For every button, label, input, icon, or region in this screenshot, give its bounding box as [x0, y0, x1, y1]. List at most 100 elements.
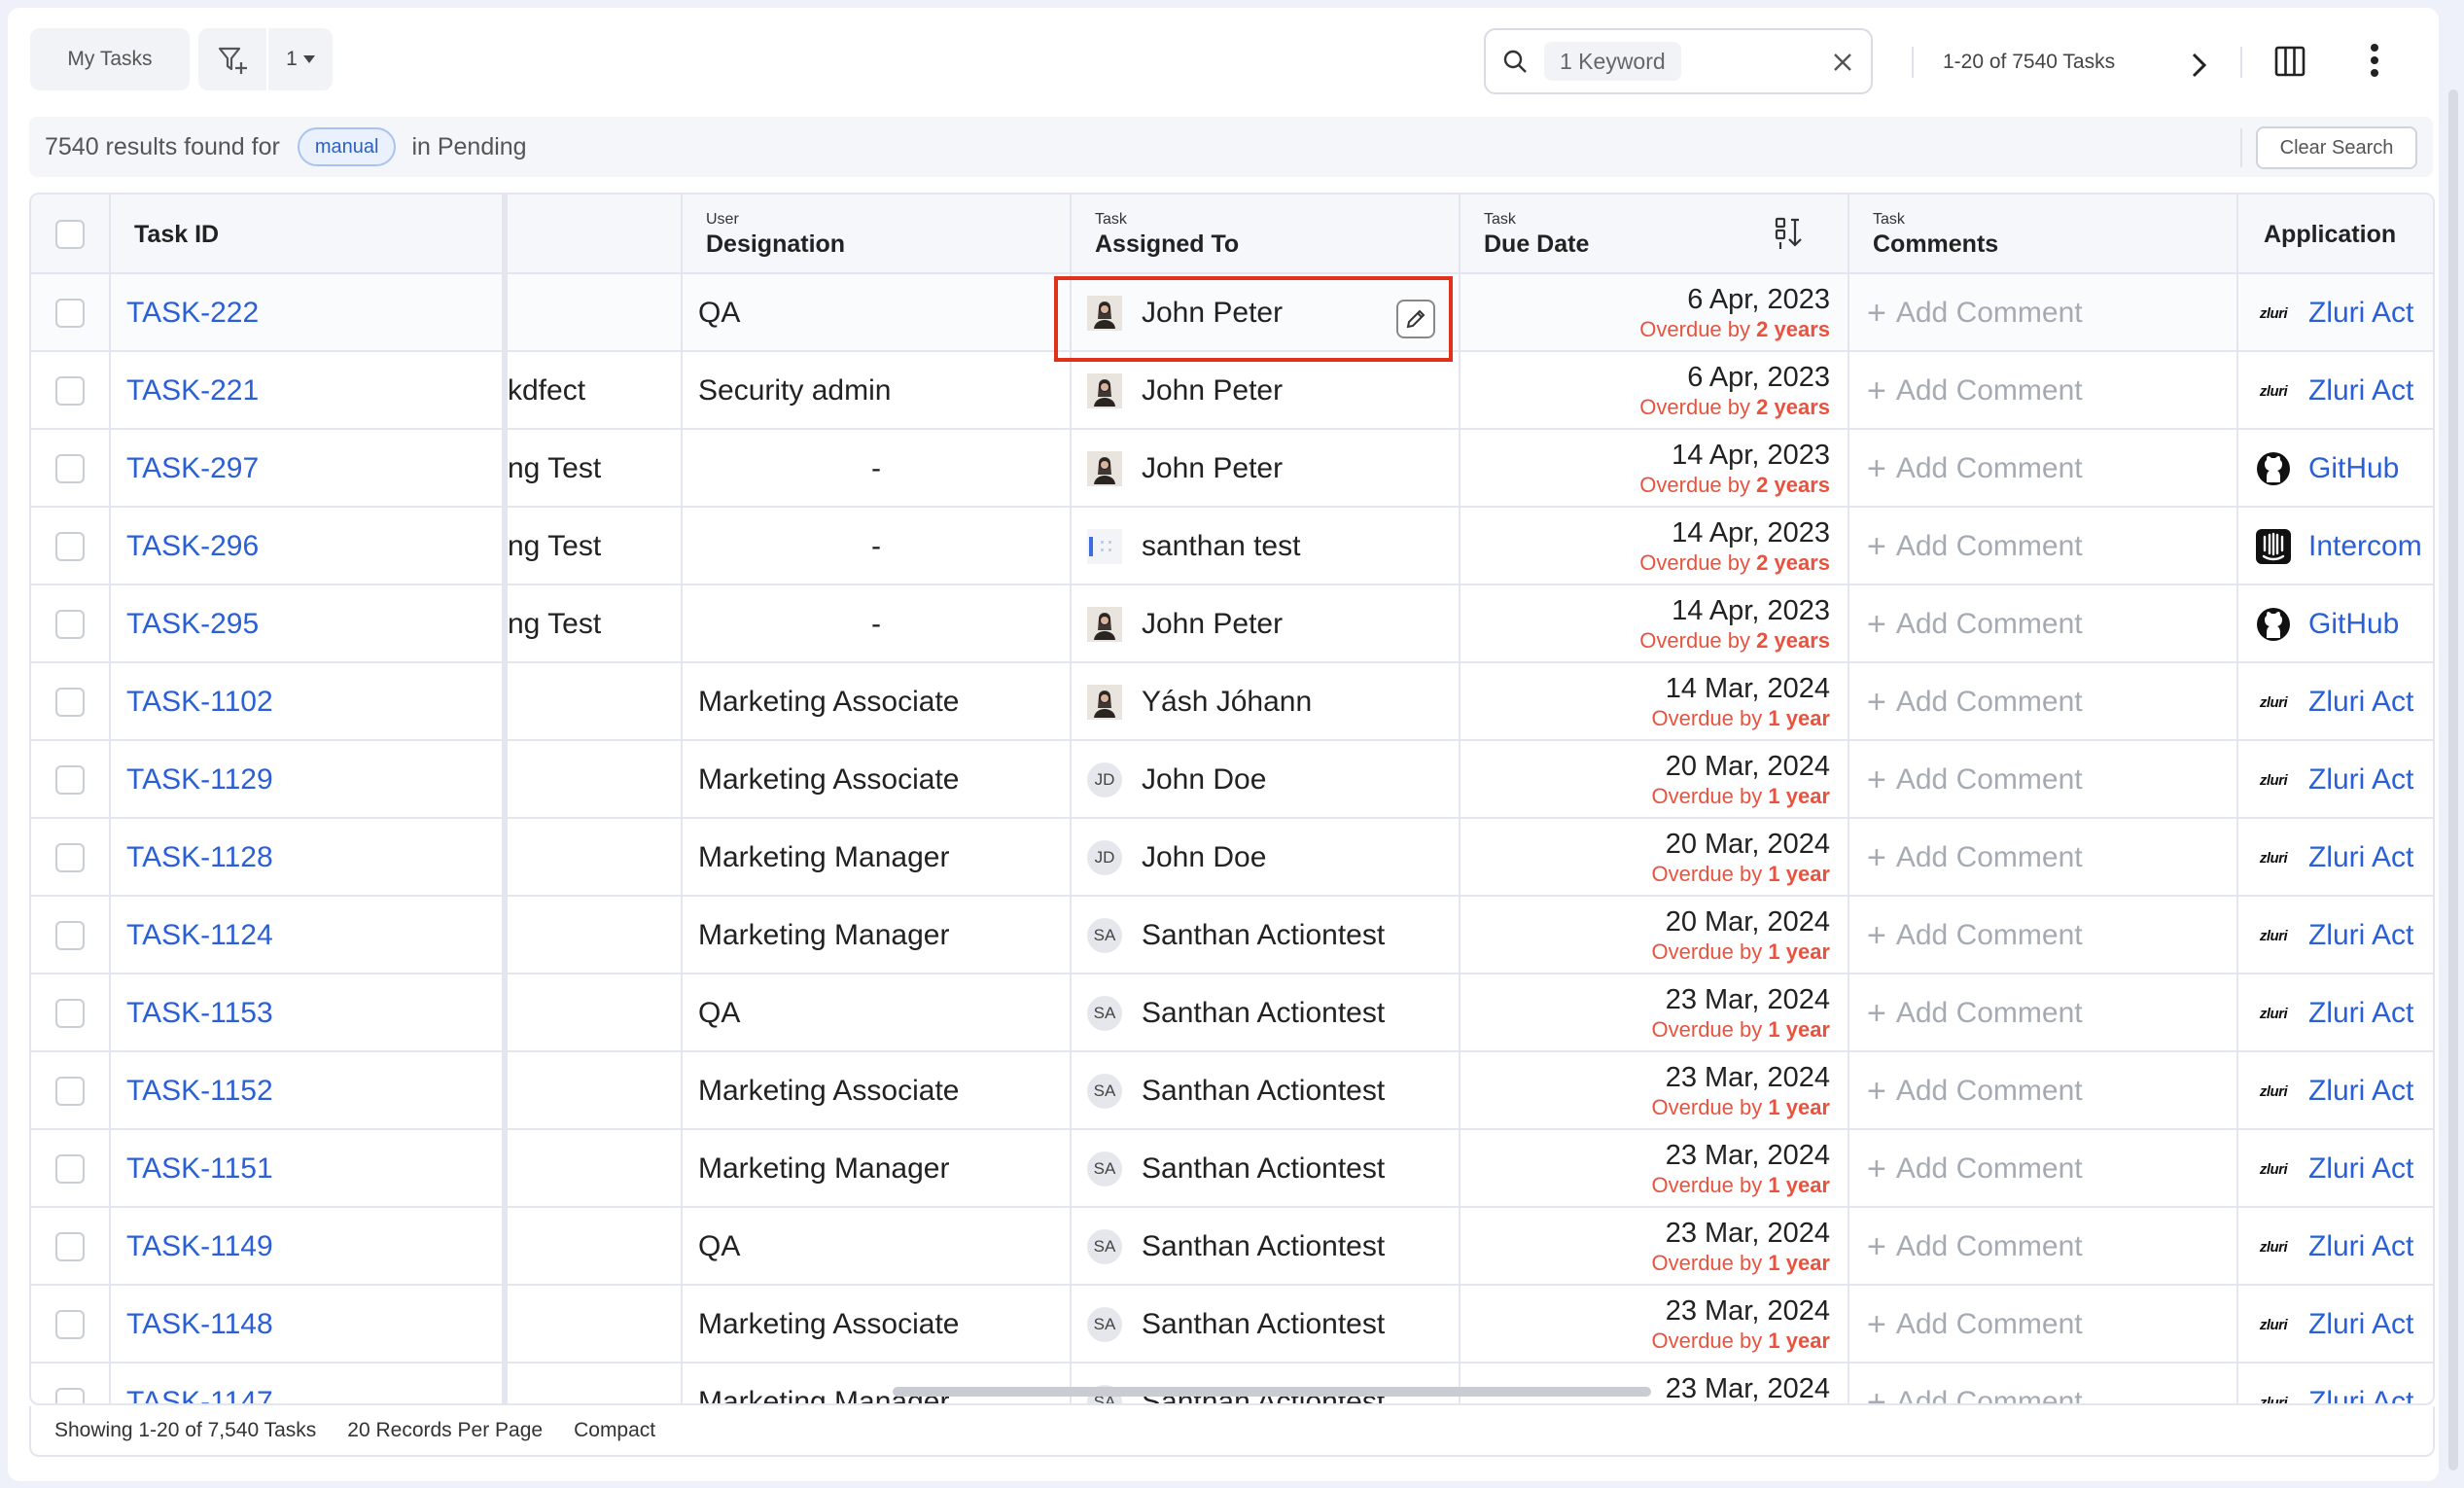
table-row[interactable]: TASK-1148 Marketing Associate SA Santhan Ac…: [31, 1286, 2433, 1364]
header-comments[interactable]: Task Comments: [1849, 195, 2238, 274]
task-id-link[interactable]: TASK-296: [111, 508, 504, 585]
table-row[interactable]: TASK-1124 Marketing Manager SA Santhan Acti…: [31, 897, 2433, 974]
add-comment-button[interactable]: + Add Comment: [1849, 819, 2238, 897]
header-due-date[interactable]: Task Due Date: [1461, 195, 1849, 274]
application-cell[interactable]: GitHub: [2238, 585, 2433, 663]
table-row[interactable]: TASK-1153 QA SA Santhan Actiontest 23 Mar, 2…: [31, 974, 2433, 1052]
horizontal-scrollbar[interactable]: [893, 1387, 1651, 1397]
table-row[interactable]: TASK-1152 Marketing Associate SA Santhan Ac…: [31, 1052, 2433, 1130]
add-comment-button[interactable]: + Add Comment: [1849, 1052, 2238, 1130]
add-comment-button[interactable]: + Add Comment: [1849, 741, 2238, 819]
assigned-to-cell[interactable]: SASanthan Actiontest: [1072, 1364, 1461, 1403]
chevron-right-icon[interactable]: [2186, 51, 2211, 80]
row-checkbox[interactable]: [55, 1310, 85, 1339]
assigned-to-cell[interactable]: SASanthan Actiontest: [1072, 897, 1461, 974]
task-id-link[interactable]: TASK-295: [111, 585, 504, 663]
row-checkbox[interactable]: [55, 1232, 85, 1261]
application-link[interactable]: Zluri Act: [2308, 1230, 2413, 1263]
clear-search-button[interactable]: Clear Search: [2256, 126, 2417, 169]
assigned-to-cell[interactable]: John Peter: [1072, 430, 1461, 508]
row-checkbox[interactable]: [55, 1077, 85, 1106]
row-checkbox[interactable]: [55, 299, 85, 328]
table-row[interactable]: TASK-1129 Marketing Associate JD John Doe 20…: [31, 741, 2433, 819]
assigned-to-cell[interactable]: santhan test: [1072, 508, 1461, 585]
task-id-link[interactable]: TASK-222: [111, 274, 504, 352]
application-link[interactable]: Zluri Act: [2308, 763, 2413, 797]
row-checkbox[interactable]: [55, 610, 85, 639]
columns-icon[interactable]: [2273, 45, 2306, 78]
assigned-to-cell[interactable]: Yásh Jóhann: [1072, 663, 1461, 741]
application-cell[interactable]: zluri Zluri Act: [2238, 1130, 2433, 1208]
task-id-link[interactable]: TASK-1124: [111, 897, 504, 974]
row-checkbox[interactable]: [55, 1388, 85, 1403]
close-icon[interactable]: [1830, 50, 1855, 75]
application-cell[interactable]: zluri Zluri Act: [2238, 274, 2433, 352]
application-link[interactable]: GitHub: [2308, 608, 2399, 641]
task-id-link[interactable]: TASK-1149: [111, 1208, 504, 1286]
table-row[interactable]: TASK-1149 QA SA Santhan Actiontest 23 Mar, 2…: [31, 1208, 2433, 1286]
table-row[interactable]: TASK-297 ng Test - John Peter 14 Apr, 2023 Ov…: [31, 430, 2433, 508]
add-filter-button[interactable]: [198, 28, 268, 90]
application-cell[interactable]: zluri Zluri Act: [2238, 1052, 2433, 1130]
assigned-to-cell[interactable]: SASanthan Actiontest: [1072, 1286, 1461, 1364]
assigned-to-cell[interactable]: SASanthan Actiontest: [1072, 974, 1461, 1052]
row-checkbox[interactable]: [55, 843, 85, 872]
table-row[interactable]: TASK-1102 Marketing Associate Yásh Jóhann 1…: [31, 663, 2433, 741]
assigned-to-cell[interactable]: John Peter: [1072, 585, 1461, 663]
table-row[interactable]: TASK-295 ng Test - John Peter 14 Apr, 2023 Ov…: [31, 585, 2433, 663]
add-comment-button[interactable]: + Add Comment: [1849, 1130, 2238, 1208]
add-comment-button[interactable]: + Add Comment: [1849, 974, 2238, 1052]
application-cell[interactable]: zluri Zluri Act: [2238, 741, 2433, 819]
application-link[interactable]: Zluri Act: [2308, 997, 2413, 1030]
application-link[interactable]: Zluri Act: [2308, 841, 2413, 874]
header-application[interactable]: Application: [2238, 195, 2433, 274]
application-link[interactable]: Zluri Act: [2308, 686, 2413, 719]
application-cell[interactable]: zluri Zluri Act: [2238, 1208, 2433, 1286]
application-cell[interactable]: GitHub: [2238, 430, 2433, 508]
row-checkbox[interactable]: [55, 376, 85, 406]
application-cell[interactable]: zluri Zluri Act: [2238, 819, 2433, 897]
task-id-link[interactable]: TASK-221: [111, 352, 504, 430]
application-link[interactable]: Zluri Act: [2308, 297, 2413, 330]
application-cell[interactable]: zluri Zluri Act: [2238, 897, 2433, 974]
application-link[interactable]: Zluri Act: [2308, 1308, 2413, 1341]
assigned-to-cell[interactable]: SASanthan Actiontest: [1072, 1130, 1461, 1208]
filter-count-dropdown[interactable]: 1: [268, 48, 333, 71]
table-row[interactable]: TASK-1128 Marketing Manager JD John Doe 20 M…: [31, 819, 2433, 897]
header-select-all[interactable]: [31, 195, 111, 274]
task-id-link[interactable]: TASK-1102: [111, 663, 504, 741]
application-link[interactable]: Zluri Act: [2308, 1386, 2413, 1403]
row-checkbox[interactable]: [55, 999, 85, 1028]
assigned-to-cell[interactable]: John Peter: [1072, 352, 1461, 430]
application-link[interactable]: Zluri Act: [2308, 374, 2413, 407]
add-comment-button[interactable]: + Add Comment: [1849, 585, 2238, 663]
table-row[interactable]: TASK-1151 Marketing Manager SA Santhan Acti…: [31, 1130, 2433, 1208]
more-options-icon[interactable]: [2369, 43, 2380, 78]
add-comment-button[interactable]: + Add Comment: [1849, 508, 2238, 585]
header-task-id[interactable]: Task ID: [111, 195, 508, 274]
assigned-to-cell[interactable]: SASanthan Actiontest: [1072, 1052, 1461, 1130]
task-id-link[interactable]: TASK-1147: [111, 1364, 504, 1403]
add-comment-button[interactable]: + Add Comment: [1849, 274, 2238, 352]
application-cell[interactable]: zluri Zluri Act: [2238, 1286, 2433, 1364]
task-id-link[interactable]: TASK-297: [111, 430, 504, 508]
task-id-link[interactable]: TASK-1153: [111, 974, 504, 1052]
application-cell[interactable]: Intercom: [2238, 508, 2433, 585]
application-link[interactable]: GitHub: [2308, 452, 2399, 485]
table-row[interactable]: TASK-221 kdfect Security admin John Peter 6 …: [31, 352, 2433, 430]
task-id-link[interactable]: TASK-1151: [111, 1130, 504, 1208]
add-comment-button[interactable]: + Add Comment: [1849, 352, 2238, 430]
keyword-chip[interactable]: 1 Keyword: [1544, 42, 1681, 81]
row-checkbox[interactable]: [55, 765, 85, 795]
task-id-link[interactable]: TASK-1148: [111, 1286, 504, 1364]
records-per-page-selector[interactable]: 20 Records Per Page: [347, 1419, 543, 1442]
assigned-to-cell[interactable]: JD John Doe: [1072, 819, 1461, 897]
assigned-to-cell[interactable]: JD John Doe: [1072, 741, 1461, 819]
row-checkbox[interactable]: [55, 1154, 85, 1184]
row-checkbox[interactable]: [55, 532, 85, 561]
header-assigned-to[interactable]: Task Assigned To: [1072, 195, 1461, 274]
application-link[interactable]: Intercom: [2308, 530, 2422, 563]
search-term-chip[interactable]: manual: [297, 127, 397, 166]
add-comment-button[interactable]: + Add Comment: [1849, 897, 2238, 974]
task-id-link[interactable]: TASK-1128: [111, 819, 504, 897]
